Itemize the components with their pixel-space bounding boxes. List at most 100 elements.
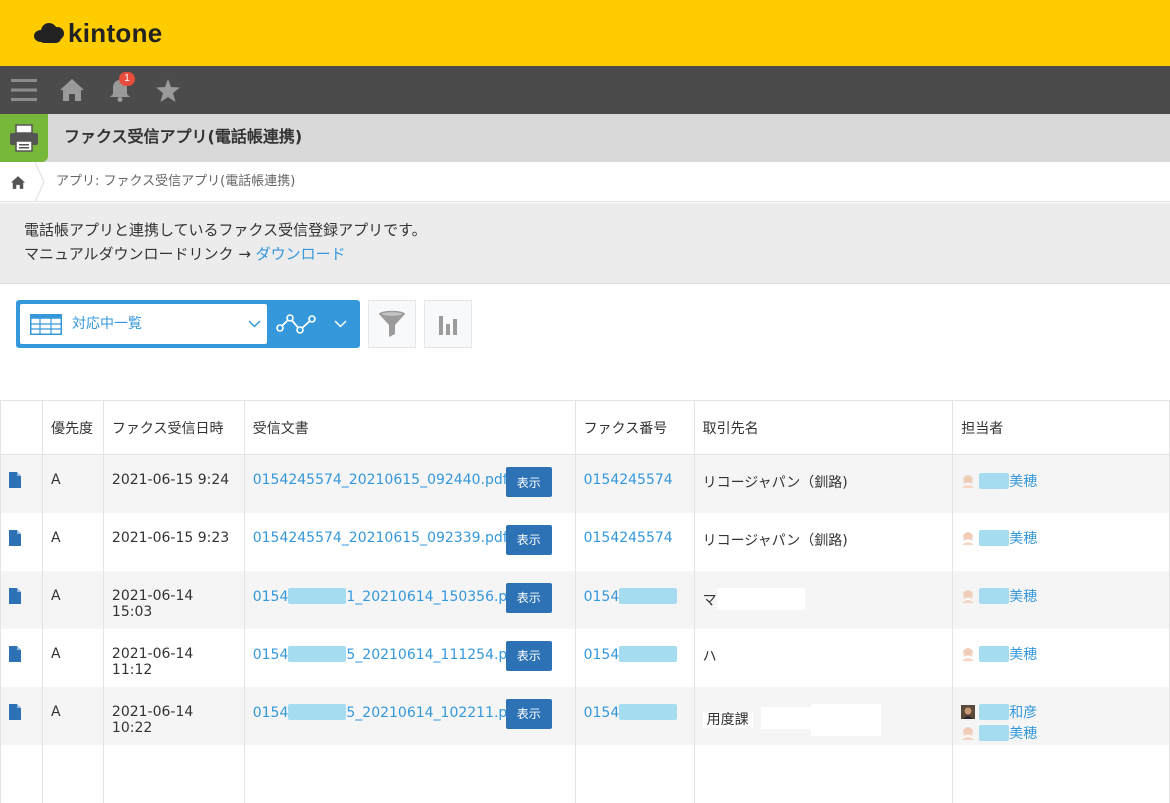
document-icon[interactable] bbox=[9, 529, 21, 546]
table-row: A 2021-06-14 10:22 0154 5_20210614_102211… bbox=[0, 686, 1170, 745]
avatar-photo-icon bbox=[961, 705, 976, 719]
filter-button[interactable] bbox=[368, 300, 416, 348]
header-fax-number[interactable]: ファクス番号 bbox=[574, 400, 695, 455]
pdf-link-suffix: 5_20210614_102211.pdf bbox=[346, 704, 522, 721]
staff-name-link[interactable]: 美穂 bbox=[1009, 471, 1037, 491]
table-row: A 2021-06-15 9:23 0154245574_20210615_09… bbox=[0, 512, 1170, 571]
redacted-name bbox=[979, 725, 1010, 741]
graph-button[interactable] bbox=[424, 300, 472, 348]
fax-number-link[interactable]: 0154245574 bbox=[584, 472, 673, 488]
document-icon[interactable] bbox=[9, 703, 21, 720]
notification-badge: 1 bbox=[119, 72, 135, 86]
pdf-link-prefix: 0154 bbox=[252, 588, 289, 605]
table-row: A 2021-06-14 15:03 0154 1_20210614_150356… bbox=[0, 570, 1170, 629]
pdf-link-suffix: 1_20210614_150356.pdf bbox=[346, 588, 522, 605]
fax-number-link[interactable]: 0154 bbox=[584, 587, 678, 605]
header-priority[interactable]: 優先度 bbox=[41, 400, 104, 455]
show-button[interactable]: 表示 bbox=[505, 640, 552, 671]
bar-chart-icon bbox=[439, 316, 457, 335]
staff-name-link[interactable]: 美穂 bbox=[1009, 644, 1037, 664]
staff-name-link[interactable]: 美穂 bbox=[1009, 528, 1037, 548]
redacted-number bbox=[619, 703, 678, 720]
avatar-icon bbox=[962, 727, 975, 740]
staff-person[interactable]: 和彦 bbox=[961, 702, 1161, 723]
table-row bbox=[0, 744, 1170, 803]
priority-cell: A bbox=[41, 570, 104, 629]
staff-person[interactable]: 美穂 bbox=[961, 644, 1161, 665]
staff-name-link[interactable]: 美穂 bbox=[1009, 723, 1037, 743]
fax-number-link[interactable]: 0154 bbox=[583, 645, 678, 663]
datetime-cell: 2021-06-14 15:03 bbox=[102, 570, 245, 629]
fax-number-link[interactable]: 0154245574 bbox=[584, 530, 673, 546]
doc-cell: 0154245574_20210615_092339.pdf 表示 bbox=[243, 512, 576, 571]
redacted-name bbox=[979, 472, 1010, 489]
client-cell: ハ bbox=[693, 628, 954, 687]
redacted-number bbox=[619, 645, 678, 662]
document-icon[interactable] bbox=[9, 645, 21, 662]
staff-person[interactable]: 美穂 bbox=[961, 723, 1161, 744]
datetime-cell: 2021-06-15 9:23 bbox=[102, 512, 245, 571]
staff-cell: 美穂 bbox=[952, 628, 1170, 687]
view-name: 対応中一覧 bbox=[72, 316, 142, 332]
table-row: A 2021-06-14 11:12 0154 5_20210614_111254… bbox=[0, 628, 1170, 687]
staff-cell: 美穂 bbox=[952, 454, 1170, 513]
chevron-down-icon bbox=[248, 320, 261, 328]
staff-name-link[interactable]: 美穂 bbox=[1009, 586, 1037, 606]
pdf-link[interactable]: 0154245574_20210615_092440.pdf bbox=[253, 472, 508, 488]
menu-icon[interactable] bbox=[2, 66, 46, 114]
avatar-icon bbox=[962, 474, 975, 488]
pdf-link[interactable]: 0154 5_20210614_111254.pdf bbox=[252, 645, 522, 663]
redacted-name bbox=[979, 588, 1010, 604]
logo-text: kintone bbox=[68, 18, 163, 48]
show-button[interactable]: 表示 bbox=[505, 582, 552, 613]
detail-cell bbox=[0, 512, 43, 571]
staff-person[interactable]: 美穂 bbox=[961, 470, 1161, 491]
table-header-row: 優先度 ファクス受信日時 受信文書 ファクス番号 取引先名 担当者 bbox=[0, 400, 1170, 455]
redacted-number bbox=[288, 645, 347, 662]
star-icon[interactable] bbox=[146, 66, 190, 114]
pdf-link[interactable]: 0154 5_20210614_102211.pdf bbox=[253, 703, 522, 721]
header-staff[interactable]: 担当者 bbox=[952, 400, 1170, 455]
document-icon[interactable] bbox=[9, 587, 21, 604]
pdf-link[interactable]: 0154 1_20210614_150356.pdf bbox=[252, 587, 522, 605]
pdf-link[interactable]: 0154245574_20210615_092339.pdf bbox=[253, 530, 508, 546]
show-button[interactable]: 表示 bbox=[505, 524, 552, 555]
header-received-doc[interactable]: 受信文書 bbox=[243, 400, 576, 455]
doc-cell bbox=[243, 744, 576, 803]
staff-name-link[interactable]: 和彦 bbox=[1009, 702, 1037, 722]
redacted-name bbox=[979, 704, 1010, 720]
graph-dropdown[interactable] bbox=[271, 300, 360, 348]
filter-icon bbox=[379, 310, 405, 337]
header-detail bbox=[0, 400, 43, 455]
client-cell bbox=[693, 744, 954, 803]
header-client-name[interactable]: 取引先名 bbox=[693, 400, 954, 455]
fax-prefix: 0154 bbox=[583, 646, 620, 663]
client-cell: リコージャパン（釧路) bbox=[693, 512, 954, 571]
pdf-link-prefix: 0154 bbox=[252, 646, 289, 663]
app-description: 電話帳アプリと連携しているファクス受信登録アプリです。 マニュアルダウンロードリ… bbox=[0, 203, 1170, 284]
breadcrumb-app-link[interactable]: アプリ: ファクス受信アプリ(電話帳連携) bbox=[56, 162, 295, 202]
app-title[interactable]: ファクス受信アプリ(電話帳連携) bbox=[64, 114, 302, 160]
staff-person[interactable]: 美穂 bbox=[961, 528, 1161, 549]
breadcrumb-home-icon[interactable] bbox=[0, 162, 36, 202]
detail-cell bbox=[0, 686, 43, 745]
home-icon[interactable] bbox=[50, 66, 94, 114]
header-fax-datetime[interactable]: ファクス受信日時 bbox=[102, 400, 245, 455]
priority-cell: A bbox=[41, 628, 104, 687]
kintone-logo[interactable]: kintone bbox=[34, 18, 163, 49]
redacted-name bbox=[979, 646, 1010, 662]
download-link[interactable]: ダウンロード bbox=[256, 245, 346, 263]
description-line-2: マニュアルダウンロードリンク → ダウンロード bbox=[24, 242, 1170, 266]
document-icon[interactable] bbox=[9, 472, 21, 488]
priority-cell: A bbox=[41, 686, 104, 745]
show-button[interactable]: 表示 bbox=[505, 467, 552, 497]
show-button[interactable]: 表示 bbox=[505, 698, 552, 729]
fax-number-link[interactable]: 0154 bbox=[584, 703, 678, 721]
datetime-cell: 2021-06-14 10:22 bbox=[102, 686, 245, 745]
pdf-link-suffix: 5_20210614_111254.pdf bbox=[346, 646, 522, 663]
view-dropdown[interactable]: 対応中一覧 bbox=[20, 304, 267, 344]
staff-person[interactable]: 美穂 bbox=[961, 586, 1161, 607]
redacted-number bbox=[288, 703, 347, 720]
table-row: A 2021-06-15 9:24 0154245574_20210615_09… bbox=[0, 454, 1170, 513]
fax-cell: 0154 bbox=[574, 570, 695, 629]
